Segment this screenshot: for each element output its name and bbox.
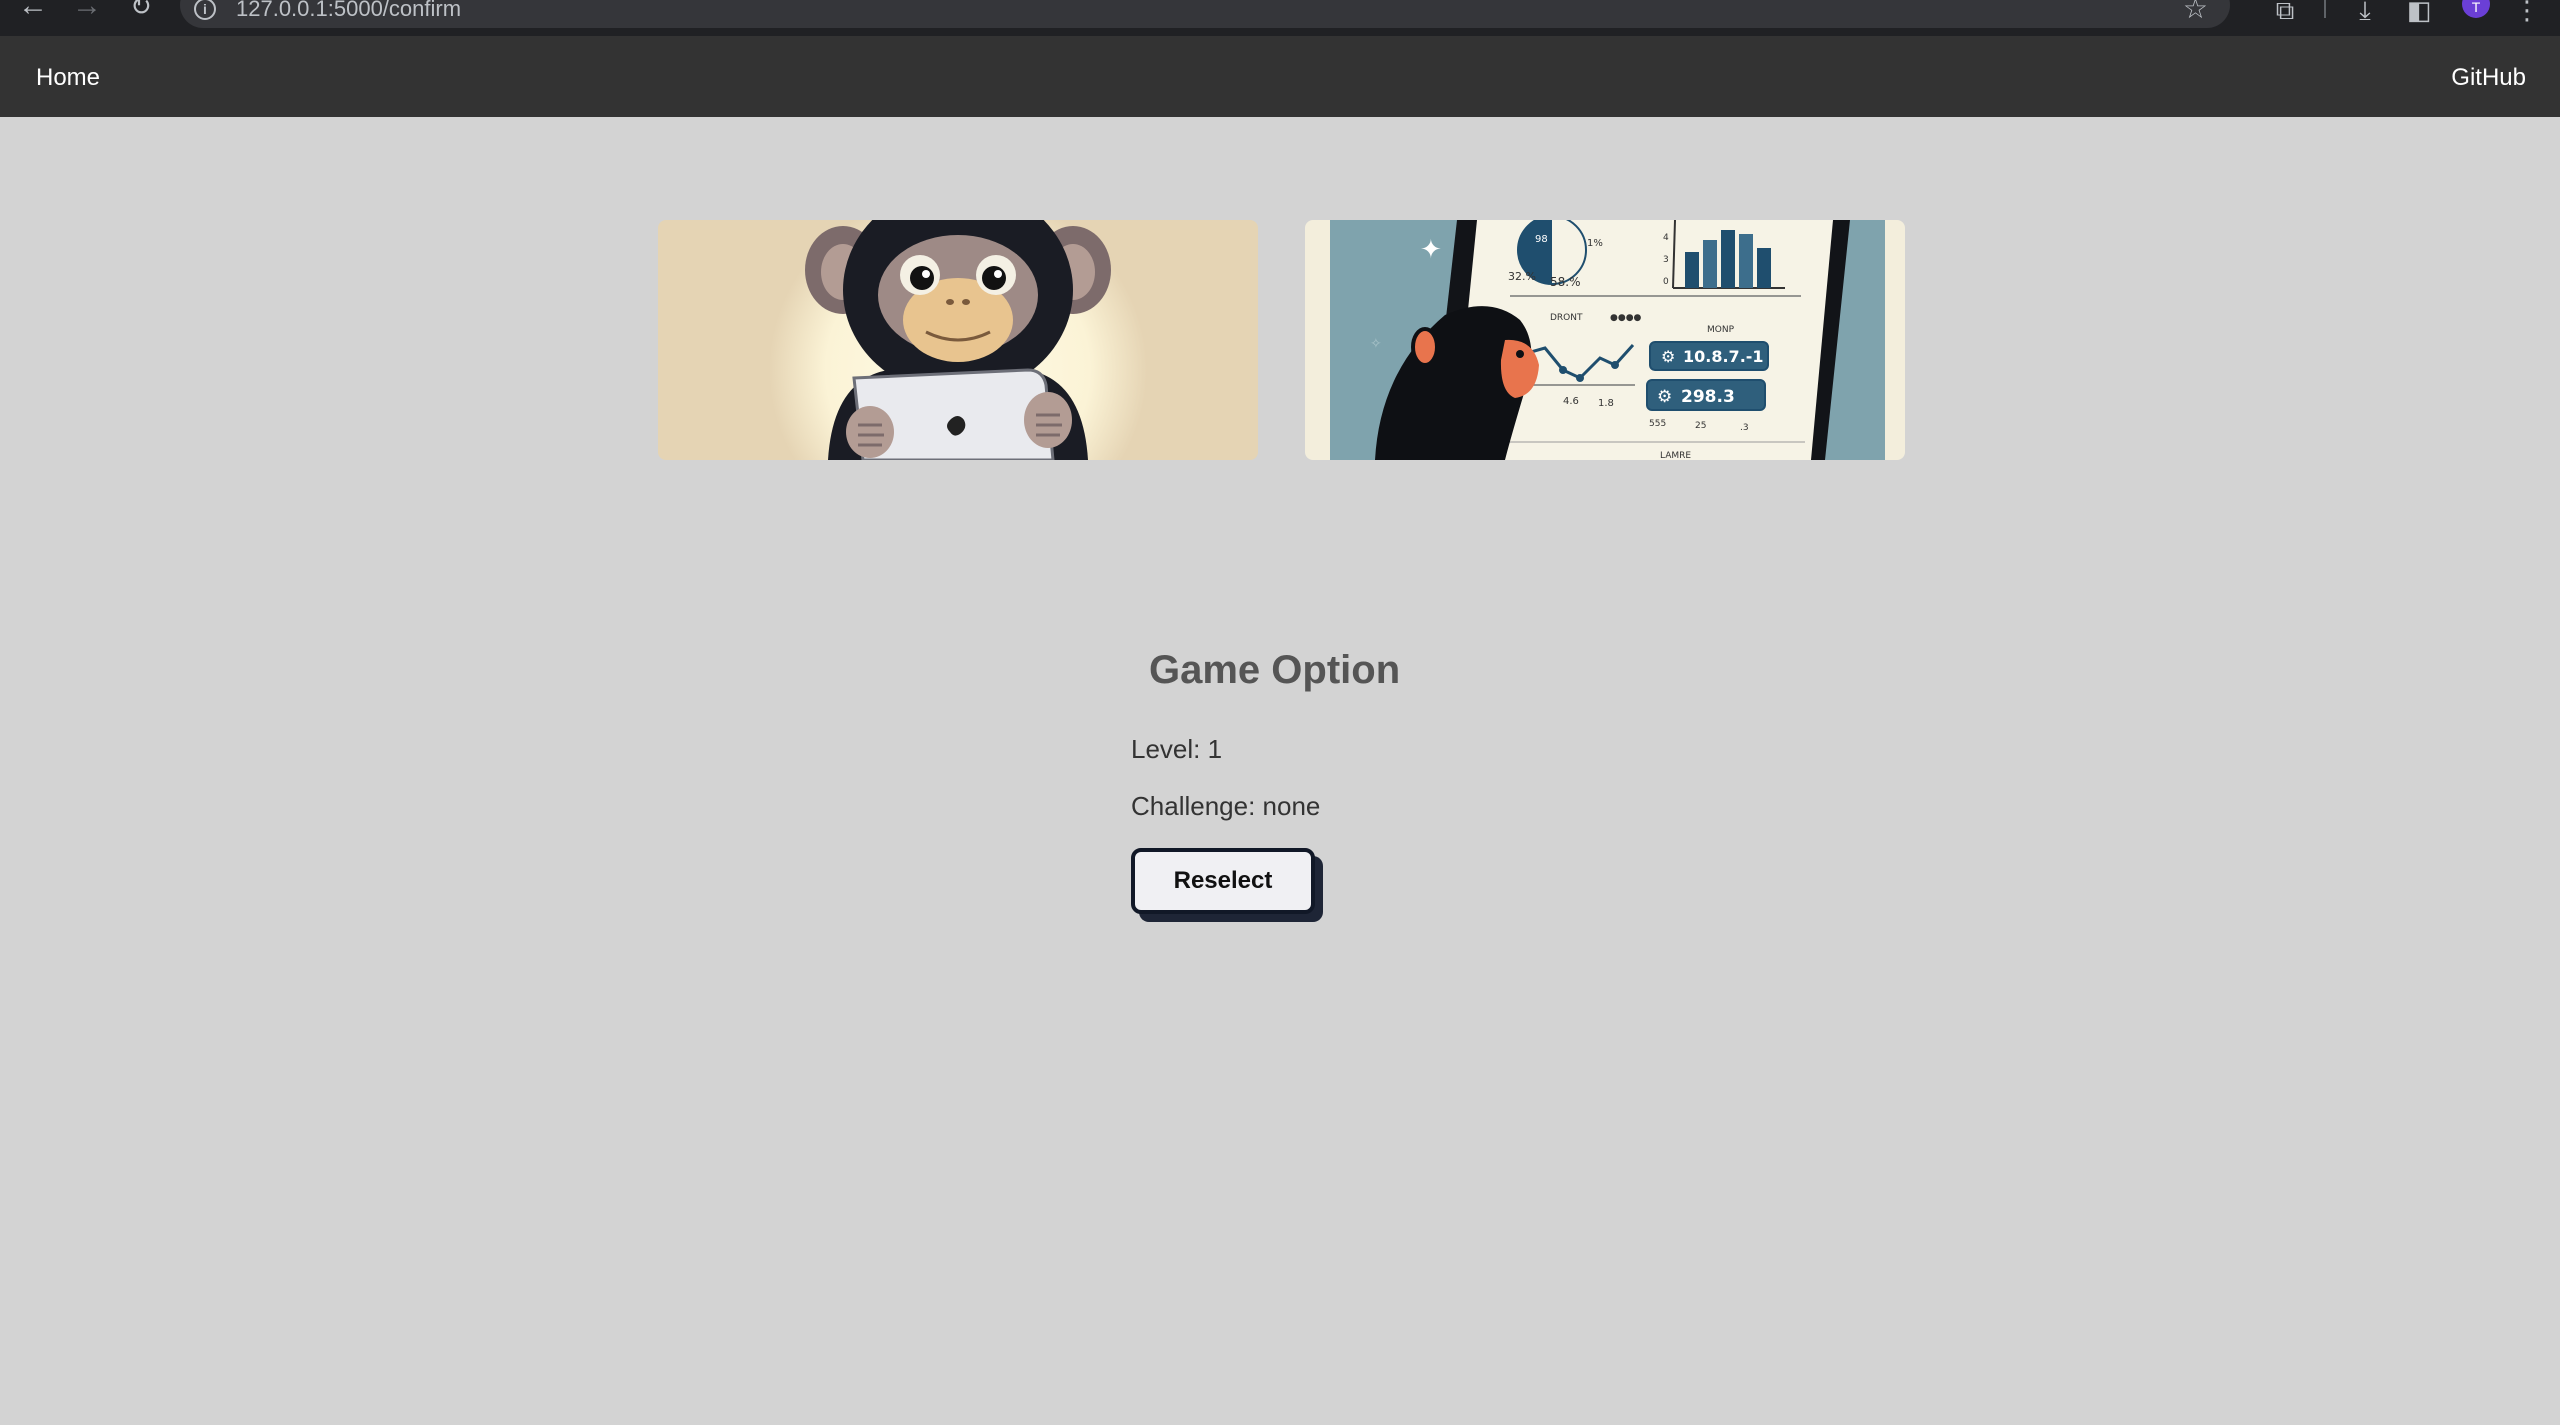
challenge-text: Challenge: none [1131,791,1321,821]
menu-kebab-icon[interactable]: ⋮ [2510,0,2544,23]
svg-text:✧: ✧ [1370,336,1382,352]
site-navbar: Home GitHub [0,36,2560,117]
svg-text:58.%: 58.% [1550,275,1581,289]
reselect-button[interactable]: Reselect [1131,848,1315,914]
address-bar[interactable]: i 127.0.0.1:5000/confirm ☆ [180,0,2230,28]
back-icon[interactable]: ← [18,0,48,21]
svg-text:⚙: ⚙ [1661,347,1675,366]
forward-icon[interactable]: → [72,0,102,21]
svg-text:10.8.7.-1: 10.8.7.-1 [1683,347,1764,366]
svg-text:98: 98 [1535,234,1548,245]
svg-text:555: 555 [1649,419,1666,429]
profile-avatar[interactable]: T [2462,0,2490,18]
game-option-title: Game Option [1149,648,1401,692]
svg-text:3: 3 [1663,255,1669,265]
extensions-icon[interactable]: ⧉ [2268,0,2302,23]
svg-text:DRONT: DRONT [1550,313,1583,323]
chimp-viewing-dashboard-image: ✦ ✧ 98 1% 32.% 58.% 4 3 0 DRONT ●●●● MON… [1305,220,1905,460]
chimp-tablet-illustration [658,220,1258,460]
site-info-icon[interactable]: i [194,0,216,20]
svg-text:1%: 1% [1587,238,1603,249]
svg-text:MONP: MONP [1707,325,1735,335]
svg-text:⚙: ⚙ [1657,387,1672,407]
svg-text:25: 25 [1695,421,1706,431]
reselect-button-wrapper: Reselect [1131,848,1325,924]
bookmark-star-icon[interactable]: ☆ [2183,0,2208,23]
chimp-dashboard-illustration: ✦ ✧ 98 1% 32.% 58.% 4 3 0 DRONT ●●●● MON… [1305,220,1905,460]
download-icon[interactable]: ⤓ [2348,0,2382,23]
browser-toolbar: ← → ↻ i 127.0.0.1:5000/confirm ☆ ⧉ ⤓ ◧ T… [0,0,2560,36]
side-panel-icon[interactable]: ◧ [2402,0,2436,23]
nav-github-link[interactable]: GitHub [2451,64,2526,92]
chimp-with-tablet-image [658,220,1258,460]
svg-text:0: 0 [1663,277,1669,287]
svg-text:✦: ✦ [1420,235,1442,265]
level-text: Level: 1 [1131,734,1223,764]
svg-text:.3: .3 [1740,423,1749,433]
svg-text:LAMRE: LAMRE [1660,451,1691,460]
svg-text:4.6: 4.6 [1563,396,1579,407]
reload-icon[interactable]: ↻ [126,0,156,19]
address-url[interactable]: 127.0.0.1:5000/confirm [236,0,461,20]
svg-text:298.3: 298.3 [1681,387,1735,407]
toolbar-divider [2324,0,2326,18]
svg-text:●●●●: ●●●● [1610,313,1642,323]
svg-text:32.%: 32.% [1508,270,1536,283]
svg-text:1.8: 1.8 [1598,398,1614,409]
svg-text:4: 4 [1663,233,1669,243]
nav-home-link[interactable]: Home [36,64,100,92]
